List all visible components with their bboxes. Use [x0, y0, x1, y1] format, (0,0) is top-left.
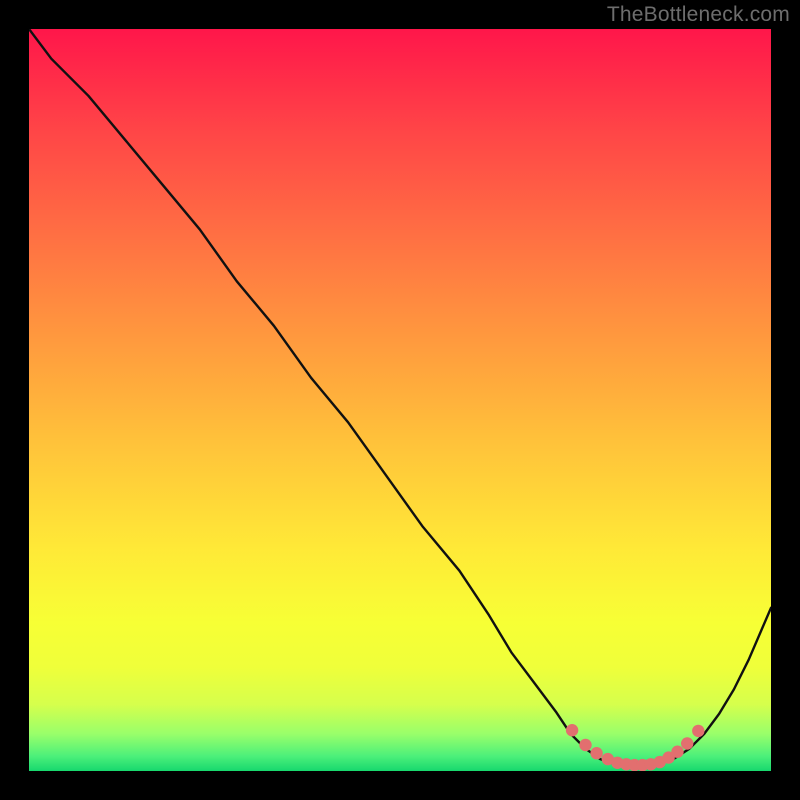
bottom-dot: [692, 725, 704, 737]
chart-canvas: TheBottleneck.com: [0, 0, 800, 800]
bottom-dot: [681, 737, 693, 749]
watermark-text: TheBottleneck.com: [607, 3, 790, 27]
plot-area: [29, 29, 771, 771]
bottom-dot: [579, 739, 591, 751]
main-curve: [29, 29, 771, 766]
curve-overlay: [29, 29, 771, 771]
bottom-dot: [671, 746, 683, 758]
bottom-dot: [566, 724, 578, 736]
bottom-dot: [590, 747, 602, 759]
bottom-dots: [566, 724, 705, 771]
